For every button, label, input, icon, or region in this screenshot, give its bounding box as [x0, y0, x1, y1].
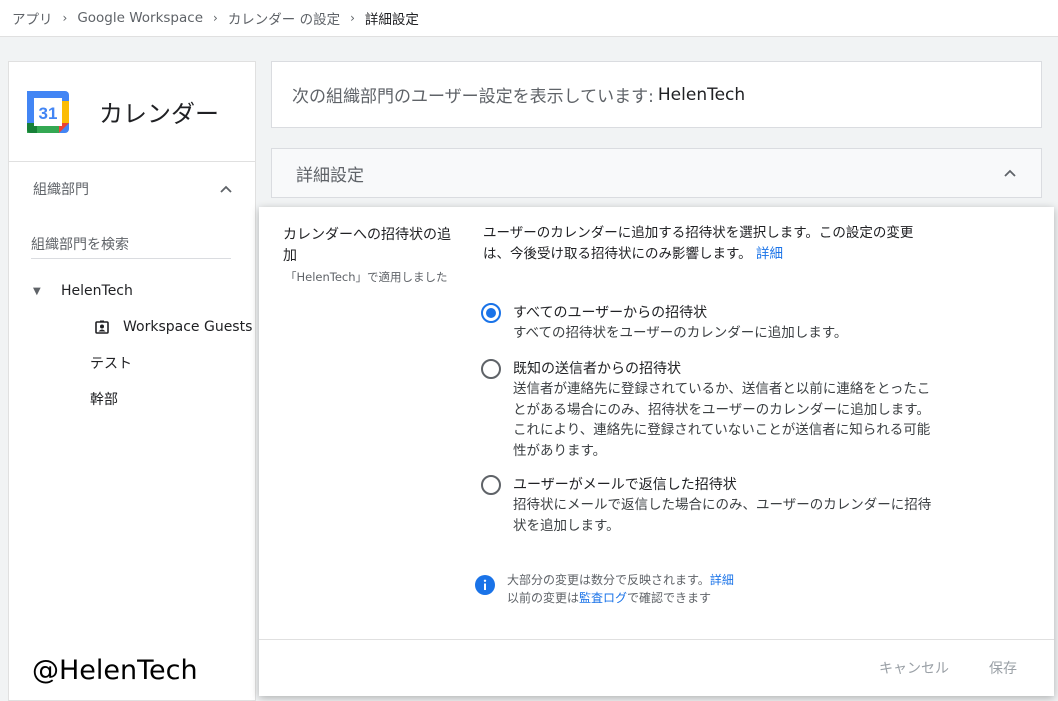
option-known-senders[interactable]: 既知の送信者からの招待状 送信者が連絡先に登録されているか、送信者と以前に連絡を…	[481, 359, 933, 461]
chevron-right-icon: ›	[62, 11, 68, 25]
setting-applied-note: 「HelenTech」で適用しました	[285, 270, 448, 284]
breadcrumb-apps[interactable]: アプリ	[12, 8, 53, 28]
org-unit-tree: ▼ HelenTech Workspace Guests テスト 幹部	[9, 273, 255, 417]
breadcrumb: アプリ › Google Workspace › カレンダー の設定 › 詳細設…	[0, 0, 1058, 37]
caret-down-icon[interactable]: ▼	[33, 286, 43, 297]
section-header[interactable]: 詳細設定	[271, 148, 1042, 198]
note-line2b: で確認できます	[627, 591, 712, 605]
chevron-up-icon[interactable]	[1003, 166, 1017, 180]
setting-panel: カレンダーへの招待状の追加 「HelenTech」で適用しました ユーザーのカレ…	[259, 207, 1054, 696]
radio-replied[interactable]	[481, 475, 501, 495]
setting-label: カレンダーへの招待状の追加	[283, 227, 451, 264]
app-header: 31 カレンダー	[9, 62, 255, 162]
badge-person-icon	[95, 320, 109, 334]
tree-item-label: テスト	[90, 356, 132, 372]
org-info-card: 次の組織部門のユーザー設定を表示しています: HelenTech	[271, 61, 1042, 128]
option-desc: 招待状にメールで返信した場合にのみ、ユーザーのカレンダーに招待状を追加します。	[513, 497, 932, 534]
tree-item-label: Workspace Guests	[123, 319, 253, 335]
option-title: すべてのユーザーからの招待状	[513, 305, 708, 321]
org-unit-search-input[interactable]: 組織部門を検索	[31, 234, 231, 259]
radio-all-users[interactable]	[481, 303, 501, 323]
section-title: 詳細設定	[296, 165, 364, 186]
breadcrumb-current: 詳細設定	[364, 12, 419, 28]
option-desc: 送信者が連絡先に登録されているか、送信者と以前に連絡をとったことがある場合にのみ…	[513, 381, 931, 459]
setting-description-text: ユーザーのカレンダーに追加する招待状を選択します。この設定の変更は、今後受け取る…	[483, 225, 914, 262]
sidebar: 31 カレンダー 組織部門 組織部門を検索 ▼ HelenTech Worksp…	[8, 61, 256, 701]
setting-description: ユーザーのカレンダーに追加する招待状を選択します。この設定の変更は、今後受け取る…	[483, 223, 933, 265]
chevron-right-icon: ›	[350, 11, 355, 25]
cancel-button[interactable]: キャンセル	[879, 658, 949, 678]
details-link[interactable]: 詳細	[756, 246, 783, 262]
org-unit-header[interactable]: 組織部門	[9, 162, 255, 216]
tree-item-guests[interactable]: Workspace Guests	[9, 309, 255, 345]
tree-item-label: 幹部	[90, 392, 118, 408]
watermark: @HelenTech	[32, 655, 198, 686]
breadcrumb-workspace[interactable]: Google Workspace	[77, 10, 203, 26]
option-title: 既知の送信者からの招待状	[513, 361, 681, 377]
app-title: カレンダー	[99, 100, 219, 128]
chevron-up-icon[interactable]	[219, 182, 233, 196]
chevron-right-icon: ›	[213, 11, 218, 25]
note-line1: 大部分の変更は数分で反映されます。	[507, 573, 710, 587]
org-unit-heading: 組織部門	[33, 182, 89, 198]
option-replied[interactable]: ユーザーがメールで返信した招待状 招待状にメールで返信した場合にのみ、ユーザーの…	[481, 475, 933, 536]
tree-item-label: HelenTech	[61, 283, 133, 299]
org-info-name: HelenTech	[657, 84, 746, 105]
org-info-prefix: 次の組織部門のユーザー設定を表示しています:	[292, 87, 654, 107]
tree-item-test[interactable]: テスト	[9, 345, 255, 381]
save-button[interactable]: 保存	[989, 658, 1017, 678]
calendar-logo-icon: 31	[27, 90, 69, 133]
calendar-logo-day: 31	[39, 104, 58, 123]
radio-known-senders[interactable]	[481, 359, 501, 379]
info-icon	[475, 575, 495, 595]
panel-footer: キャンセル 保存	[259, 639, 1054, 696]
audit-log-link[interactable]: 監査ログ	[579, 591, 627, 605]
option-title: ユーザーがメールで返信した招待状	[513, 477, 737, 493]
propagation-note: 大部分の変更は数分で反映されます。詳細 以前の変更は監査ログで確認できます	[475, 571, 734, 607]
breadcrumb-calendar-settings[interactable]: カレンダー の設定	[228, 8, 340, 28]
note-line2a: 以前の変更は	[507, 591, 580, 605]
note-details-link[interactable]: 詳細	[710, 573, 734, 587]
option-all-users[interactable]: すべてのユーザーからの招待状 すべての招待状をユーザーのカレンダーに追加します。	[481, 303, 933, 344]
tree-item-executives[interactable]: 幹部	[9, 381, 255, 417]
tree-item-root[interactable]: ▼ HelenTech	[9, 273, 255, 309]
option-desc: すべての招待状をユーザーのカレンダーに追加します。	[513, 325, 848, 341]
